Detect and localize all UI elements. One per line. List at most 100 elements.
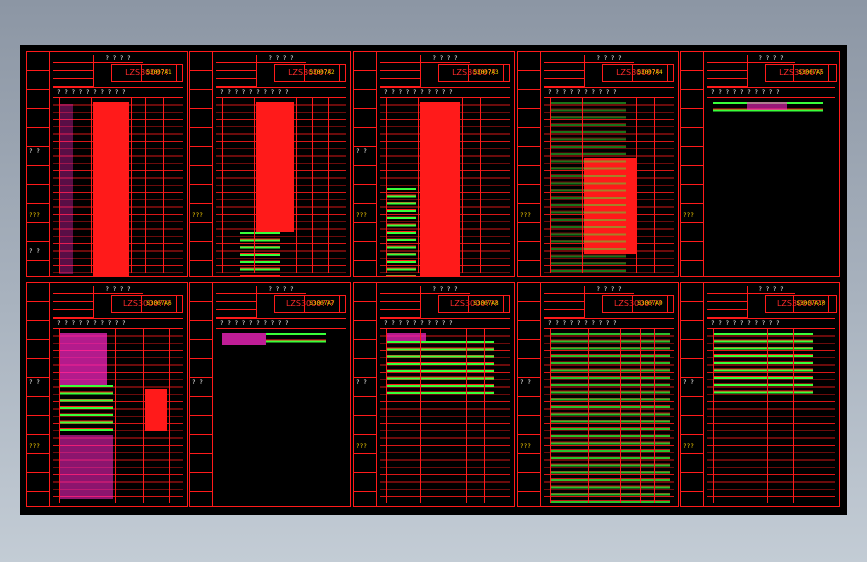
column-line xyxy=(713,329,714,503)
title-block-marks: ? ? ? ? xyxy=(256,286,306,294)
title-block: ? ? ? ? LZS3000?? S3007A1 xyxy=(53,55,183,88)
drawing-sheet: ? ? ? ? LZS3000??? S3007A10 ? ? ? ? ? ? … xyxy=(680,282,840,507)
column-line xyxy=(793,329,794,503)
title-block: ? ? ? ? LZS3000??? S3007A7 xyxy=(216,286,346,319)
side-label: ??? xyxy=(520,212,531,219)
sheet-margin-strip xyxy=(27,283,50,506)
column-line xyxy=(254,98,255,273)
column-header: ? ? ? ? ? ? ? ? ? ? xyxy=(707,319,835,329)
parts-list-rows xyxy=(380,98,510,276)
parts-list-rows xyxy=(216,329,346,503)
part-number-cells xyxy=(59,104,73,274)
column-line xyxy=(91,98,92,273)
column-line xyxy=(636,98,637,273)
column-line xyxy=(480,98,481,273)
part-number-cells xyxy=(222,333,266,345)
title-block-grid xyxy=(544,286,585,318)
column-line xyxy=(418,98,419,273)
column-line xyxy=(115,329,116,503)
title-block-marks: ? ? ? ? xyxy=(584,286,634,294)
column-line xyxy=(386,98,387,273)
highlighted-cells xyxy=(420,102,460,276)
column-line xyxy=(466,329,467,503)
column-line xyxy=(420,329,421,503)
sheet-margin-strip xyxy=(681,283,704,506)
column-line xyxy=(145,98,146,273)
column-line xyxy=(131,98,132,273)
column-line xyxy=(550,98,551,273)
side-label: ??? xyxy=(683,443,694,450)
side-label: ??? xyxy=(356,443,367,450)
column-line xyxy=(620,329,621,503)
column-line xyxy=(588,329,589,503)
column-line xyxy=(143,329,144,503)
title-block: ? ? ? ? LZS3000?? S3007A2 xyxy=(216,55,346,88)
title-block-marks: ? ? ? ? xyxy=(93,55,143,63)
column-header: ? ? ? ? ? ? ? ? ? ? xyxy=(53,88,183,98)
title-block-grid xyxy=(707,55,748,87)
title-block-marks: ? ? ? ? xyxy=(93,286,143,294)
parts-list-rows xyxy=(707,329,835,503)
sheet-margin-strip xyxy=(354,283,377,506)
side-label: ? ? xyxy=(29,248,40,255)
column-line xyxy=(550,329,551,503)
green-entries xyxy=(713,333,813,397)
sheet-margin-strip xyxy=(681,52,704,276)
parts-list-rows xyxy=(707,98,835,273)
column-line xyxy=(386,329,387,503)
side-label: ? ? xyxy=(520,379,531,386)
title-block-grid xyxy=(544,55,585,87)
column-header: ? ? ? ? ? ? ? ? ? ? xyxy=(544,319,674,329)
sheet-margin-strip xyxy=(354,52,377,276)
drawing-code: S3007A7 xyxy=(304,295,340,313)
column-line xyxy=(312,98,313,273)
side-label: ??? xyxy=(29,443,40,450)
part-number-cells xyxy=(747,102,787,110)
column-header: ? ? ? ? ? ? ? ? ? ? xyxy=(380,319,510,329)
column-line xyxy=(767,329,768,503)
column-line xyxy=(296,98,297,273)
title-block: ? ? ? ? LZS3000??? S3007A9 xyxy=(544,286,674,319)
parts-list-rows xyxy=(544,98,674,276)
drawing-sheet: ? ? ? ? LZS3000?? S3007A4 ? ? ? ? ? ? ? … xyxy=(517,51,679,277)
parts-list-rows xyxy=(544,329,674,505)
side-label: ??? xyxy=(356,212,367,219)
side-label: ? ? xyxy=(356,379,367,386)
title-block-marks: ? ? ? ? xyxy=(256,55,306,63)
side-label: ??? xyxy=(192,212,203,219)
drawing-sheet: ? ? ? ? LZS3000?? S3007A1 ? ? ? ? ? ? ? … xyxy=(26,51,188,277)
side-label: ? ? xyxy=(29,379,40,386)
column-line xyxy=(59,98,60,273)
column-header: ? ? ? ? ? ? ? ? ? ? xyxy=(216,319,346,329)
column-line xyxy=(582,98,583,273)
highlighted-cells xyxy=(93,102,129,276)
sheet-margin-strip xyxy=(190,52,213,276)
drawing-code: S3007A10 xyxy=(793,295,829,313)
title-block-grid xyxy=(380,286,421,318)
title-block-grid xyxy=(707,286,748,318)
title-block: ? ? ? ? LZS3000?? S3007A3 xyxy=(380,55,510,88)
parts-list-rows xyxy=(216,98,346,276)
title-block: ? ? ? ? LZS3000??? S3007A10 xyxy=(707,286,837,319)
drawing-code: S3007A5 xyxy=(793,64,829,82)
green-entries xyxy=(550,102,626,276)
parts-list-rows xyxy=(53,98,183,276)
parts-list-rows xyxy=(53,329,183,503)
side-label: ??? xyxy=(29,212,40,219)
title-block-grid xyxy=(380,55,421,87)
sheet-margin-strip xyxy=(190,283,213,506)
drawing-code: S3007A3 xyxy=(468,64,504,82)
sheet-margin-strip xyxy=(27,52,50,276)
sheet-margin-strip xyxy=(518,52,541,276)
drawing-code: S3007A4 xyxy=(632,64,668,82)
title-block-grid xyxy=(216,286,257,318)
drawing-code: S3007A9 xyxy=(632,295,668,313)
part-number-cells xyxy=(59,333,107,385)
green-entries xyxy=(386,341,494,397)
parts-list-rows xyxy=(380,329,510,503)
side-label: ? ? xyxy=(192,379,203,386)
green-entries xyxy=(266,333,326,345)
title-block: ? ? ? ? LZS3000?? S3007A5 xyxy=(707,55,837,88)
green-entries xyxy=(240,232,280,276)
green-entries xyxy=(59,385,113,433)
